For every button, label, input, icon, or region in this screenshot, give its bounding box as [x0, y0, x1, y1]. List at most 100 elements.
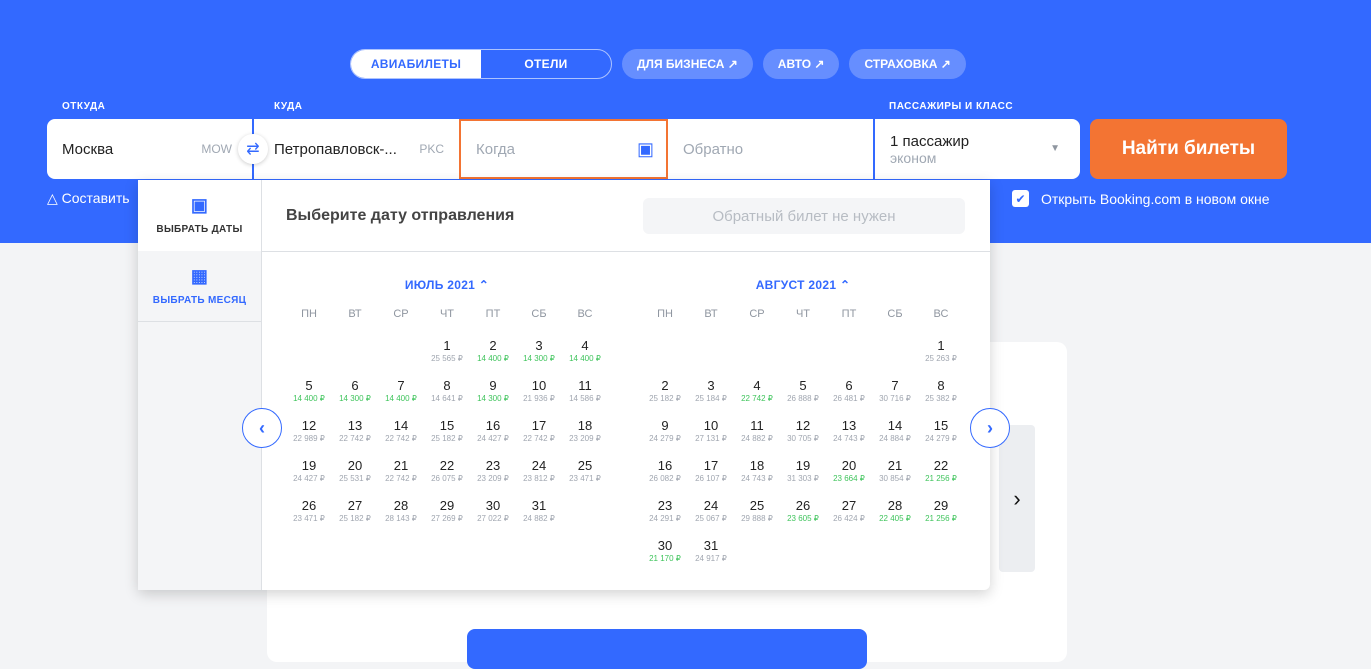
day-cell[interactable]: 29 27 269 ₽ — [424, 498, 470, 538]
day-cell[interactable]: 1 25 565 ₽ — [424, 338, 470, 378]
day-number: 6 — [351, 378, 359, 393]
compose-route-link[interactable]: △ Составить — [47, 190, 130, 207]
day-number: 17 — [703, 458, 719, 473]
day-cell[interactable]: 25 23 471 ₽ — [562, 458, 608, 498]
day-cell[interactable]: 5 14 400 ₽ — [286, 378, 332, 418]
day-cell[interactable]: 12 30 705 ₽ — [780, 418, 826, 458]
day-cell[interactable]: 24 25 067 ₽ — [688, 498, 734, 538]
day-price: 24 291 ₽ — [649, 514, 681, 523]
day-cell[interactable]: 22 21 256 ₽ — [918, 458, 964, 498]
day-cell[interactable]: 18 24 743 ₽ — [734, 458, 780, 498]
day-cell[interactable]: 15 25 182 ₽ — [424, 418, 470, 458]
day-cell[interactable]: 30 21 170 ₽ — [642, 538, 688, 578]
day-cell[interactable]: 8 25 382 ₽ — [918, 378, 964, 418]
day-cell[interactable]: 18 23 209 ₽ — [562, 418, 608, 458]
day-cell[interactable]: 3 14 300 ₽ — [516, 338, 562, 378]
day-number: 24 — [531, 458, 547, 473]
day-cell[interactable]: 7 30 716 ₽ — [872, 378, 918, 418]
from-value: Москва — [62, 140, 114, 158]
day-cell[interactable]: 12 22 989 ₽ — [286, 418, 332, 458]
day-cell[interactable]: 25 29 888 ₽ — [734, 498, 780, 538]
day-cell[interactable]: 13 24 743 ₽ — [826, 418, 872, 458]
day-cell[interactable]: 28 28 143 ₽ — [378, 498, 424, 538]
day-cell[interactable]: 19 31 303 ₽ — [780, 458, 826, 498]
day-cell[interactable]: 4 22 742 ₽ — [734, 378, 780, 418]
day-cell[interactable]: 2 25 182 ₽ — [642, 378, 688, 418]
day-cell[interactable]: 31 24 882 ₽ — [516, 498, 562, 538]
passengers-select[interactable]: 1 пассажир эконом ▼ — [875, 119, 1080, 179]
day-cell[interactable]: 20 23 664 ₽ — [826, 458, 872, 498]
day-cell[interactable]: 29 21 256 ₽ — [918, 498, 964, 538]
day-cell[interactable]: 5 26 888 ₽ — [780, 378, 826, 418]
day-price: 24 882 ₽ — [741, 434, 773, 443]
month-title[interactable]: ИЮЛЬ 2021 ⌃ — [286, 278, 608, 294]
to-field[interactable]: Петропавловск-... PKC — [254, 119, 459, 179]
day-cell[interactable]: 6 26 481 ₽ — [826, 378, 872, 418]
day-cell[interactable]: 28 22 405 ₽ — [872, 498, 918, 538]
day-grid: 1 25 565 ₽2 14 400 ₽3 14 300 ₽4 14 400 ₽ 5 14 … — [286, 338, 608, 538]
day-cell[interactable]: 9 24 279 ₽ — [642, 418, 688, 458]
day-cell[interactable]: 17 22 742 ₽ — [516, 418, 562, 458]
day-cell[interactable]: 4 14 400 ₽ — [562, 338, 608, 378]
content-button[interactable] — [467, 629, 867, 669]
day-price: 25 382 ₽ — [925, 394, 957, 403]
day-cell[interactable]: 9 14 300 ₽ — [470, 378, 516, 418]
depart-date-field[interactable]: Когда ▣ — [459, 119, 668, 179]
day-cell[interactable]: 21 30 854 ₽ — [872, 458, 918, 498]
carousel-next-button[interactable]: › — [999, 425, 1035, 572]
day-cell[interactable]: 16 26 082 ₽ — [642, 458, 688, 498]
day-cell[interactable]: 10 21 936 ₽ — [516, 378, 562, 418]
day-cell[interactable]: 13 22 742 ₽ — [332, 418, 378, 458]
day-cell[interactable]: 26 23 605 ₽ — [780, 498, 826, 538]
day-price: 14 300 ₽ — [523, 354, 555, 363]
day-cell[interactable]: 27 25 182 ₽ — [332, 498, 378, 538]
day-cell[interactable]: 24 23 812 ₽ — [516, 458, 562, 498]
day-cell[interactable]: 19 24 427 ₽ — [286, 458, 332, 498]
weekday-label: ПТ — [485, 308, 501, 320]
day-cell[interactable]: 26 23 471 ₽ — [286, 498, 332, 538]
mode-select-dates[interactable]: ▣ ВЫБРАТЬ ДАТЫ — [138, 180, 261, 251]
route-icon: △ — [47, 190, 62, 206]
tab-flights[interactable]: АВИАБИЛЕТЫ — [351, 50, 481, 78]
day-cell[interactable]: 14 22 742 ₽ — [378, 418, 424, 458]
swap-icon[interactable]: ⇄ — [238, 134, 268, 164]
day-cell[interactable]: 22 26 075 ₽ — [424, 458, 470, 498]
booking-checkbox[interactable]: ✔ Открыть Booking.com в новом окне — [1012, 190, 1270, 207]
day-cell[interactable]: 23 24 291 ₽ — [642, 498, 688, 538]
day-number: 17 — [531, 418, 547, 433]
day-price: 30 854 ₽ — [879, 474, 911, 483]
day-price: 25 565 ₽ — [431, 354, 463, 363]
next-month-button[interactable]: › — [970, 408, 1010, 448]
mode-select-month[interactable]: ▦ ВЫБРАТЬ МЕСЯЦ — [138, 251, 261, 322]
day-cell[interactable]: 27 26 424 ₽ — [826, 498, 872, 538]
link-business[interactable]: ДЛЯ БИЗНЕСА ↗ — [622, 49, 753, 79]
day-cell[interactable]: 16 24 427 ₽ — [470, 418, 516, 458]
link-auto[interactable]: АВТО ↗ — [762, 49, 840, 79]
day-cell[interactable]: 20 25 531 ₽ — [332, 458, 378, 498]
day-cell[interactable]: 11 14 586 ₽ — [562, 378, 608, 418]
month-title[interactable]: АВГУСТ 2021 ⌃ — [642, 278, 964, 294]
day-price: 25 263 ₽ — [925, 354, 957, 363]
tab-hotels[interactable]: ОТЕЛИ — [481, 50, 611, 78]
return-date-field[interactable]: Обратно — [668, 119, 873, 179]
link-insurance[interactable]: СТРАХОВКА ↗ — [849, 49, 966, 79]
day-cell[interactable]: 30 27 022 ₽ — [470, 498, 516, 538]
day-cell[interactable]: 6 14 300 ₽ — [332, 378, 378, 418]
day-cell[interactable]: 2 14 400 ₽ — [470, 338, 516, 378]
from-field[interactable]: Москва MOW — [47, 119, 252, 179]
find-tickets-button[interactable]: Найти билеты — [1090, 119, 1287, 179]
day-cell[interactable]: 31 24 917 ₽ — [688, 538, 734, 578]
day-cell[interactable]: 15 24 279 ₽ — [918, 418, 964, 458]
day-cell[interactable]: 21 22 742 ₽ — [378, 458, 424, 498]
day-cell[interactable]: 3 25 184 ₽ — [688, 378, 734, 418]
day-cell[interactable]: 7 14 400 ₽ — [378, 378, 424, 418]
day-cell[interactable]: 8 14 641 ₽ — [424, 378, 470, 418]
day-cell[interactable]: 11 24 882 ₽ — [734, 418, 780, 458]
day-cell[interactable]: 10 27 131 ₽ — [688, 418, 734, 458]
no-return-button[interactable]: Обратный билет не нужен — [643, 198, 965, 234]
day-cell[interactable]: 23 23 209 ₽ — [470, 458, 516, 498]
prev-month-button[interactable]: ‹ — [242, 408, 282, 448]
day-cell[interactable]: 17 26 107 ₽ — [688, 458, 734, 498]
day-cell[interactable]: 14 24 884 ₽ — [872, 418, 918, 458]
day-cell[interactable]: 1 25 263 ₽ — [918, 338, 964, 378]
